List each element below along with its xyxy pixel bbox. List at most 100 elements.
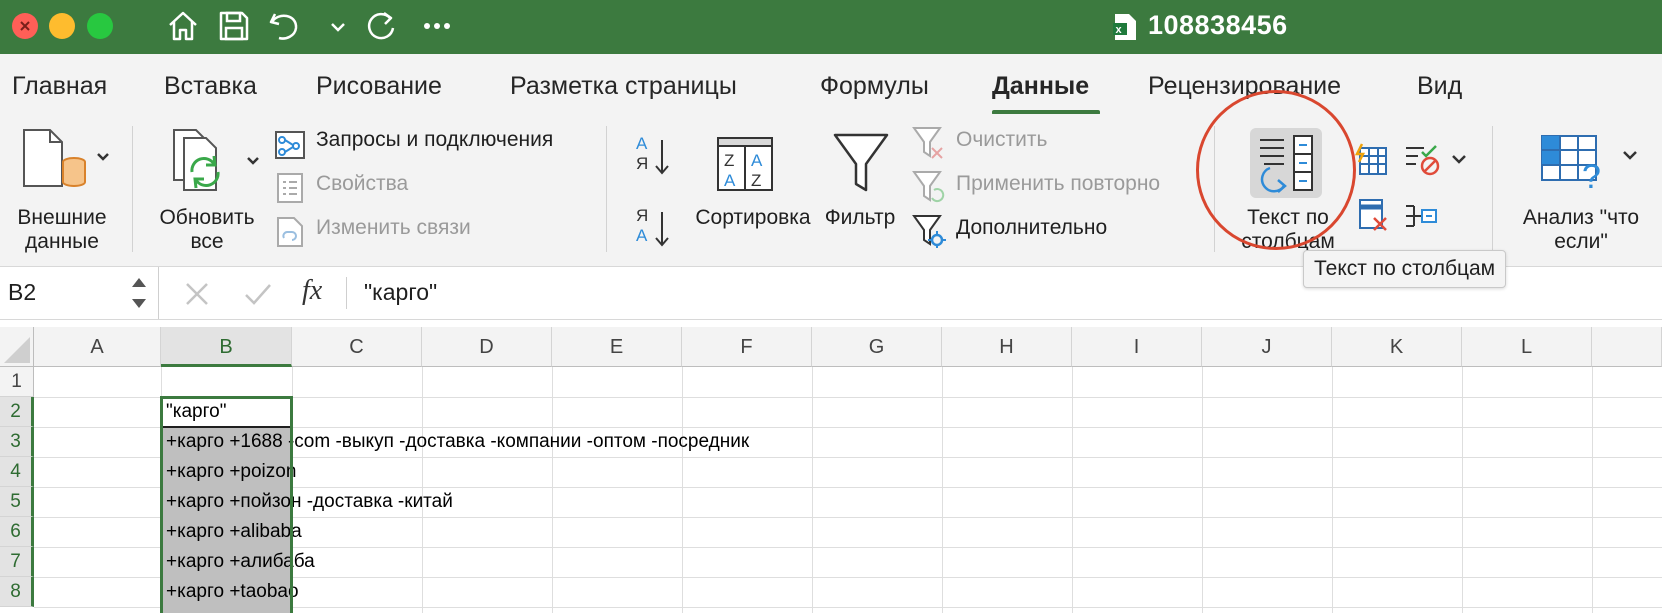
- what-if-analysis-icon: ?: [1540, 132, 1644, 197]
- column-header-h[interactable]: H: [942, 327, 1072, 367]
- row-header-1[interactable]: 1: [0, 367, 34, 397]
- data-validation-icon[interactable]: [1404, 142, 1440, 181]
- column-header-d[interactable]: D: [422, 327, 552, 367]
- column-header-f[interactable]: F: [682, 327, 812, 367]
- sort-z-to-a-button[interactable]: Я А: [632, 206, 672, 252]
- row-header-3[interactable]: 3: [0, 427, 34, 457]
- flash-fill-icon[interactable]: [1354, 142, 1388, 181]
- ribbon-separator: [132, 126, 133, 252]
- advanced-filter-button[interactable]: Дополнительно: [956, 216, 1107, 240]
- row-header-5[interactable]: 5: [0, 487, 34, 517]
- sort-za-bottom-letter: А: [636, 226, 648, 245]
- queries-connections-button[interactable]: Запросы и подключения: [316, 128, 553, 152]
- sort-down-arrow-icon: [655, 140, 669, 175]
- name-box-value: B2: [8, 279, 37, 305]
- sort-down-arrow-icon: [655, 212, 669, 247]
- tab-formulas[interactable]: Формулы: [820, 72, 929, 101]
- external-data-button[interactable]: Внешние данные: [10, 114, 110, 266]
- svg-text:Z: Z: [724, 151, 734, 170]
- refresh-all-button[interactable]: Обновить все: [152, 114, 262, 266]
- svg-text:Z: Z: [751, 171, 761, 190]
- home-icon[interactable]: [165, 8, 201, 44]
- name-box[interactable]: B2: [0, 267, 159, 319]
- sort-az-top-letter: А: [636, 134, 648, 153]
- tab-insert[interactable]: Вставка: [164, 72, 257, 101]
- queries-connections-icon: [274, 130, 306, 162]
- tab-view[interactable]: Вид: [1417, 72, 1462, 101]
- column-header-j[interactable]: J: [1202, 327, 1332, 367]
- reapply-filter-icon: [912, 170, 946, 209]
- what-if-label-2: если": [1554, 230, 1608, 253]
- column-header-k[interactable]: K: [1332, 327, 1462, 367]
- svg-text:A: A: [724, 171, 736, 190]
- filter-funnel-icon: [832, 132, 890, 199]
- insert-function-button[interactable]: fx: [302, 275, 322, 307]
- tab-data[interactable]: Данные: [992, 72, 1089, 101]
- remove-duplicates-icon[interactable]: [1356, 198, 1390, 239]
- refresh-all-label-1: Обновить: [159, 206, 255, 229]
- column-header-a[interactable]: A: [34, 327, 161, 367]
- minimize-window-button[interactable]: [49, 13, 75, 39]
- advanced-filter-icon: [912, 214, 946, 253]
- ribbon-separator: [1492, 126, 1493, 252]
- formula-input[interactable]: "карго": [364, 279, 437, 306]
- row-header-4[interactable]: 4: [0, 457, 34, 487]
- ribbon: Внешние данные Обновить все Запросы и по…: [0, 90, 1662, 267]
- properties-button[interactable]: Свойства: [316, 172, 408, 196]
- document-title: 108838456: [1148, 10, 1288, 40]
- tab-page-layout[interactable]: Разметка страницы: [510, 72, 737, 101]
- column-header-i[interactable]: I: [1072, 327, 1202, 367]
- tab-home[interactable]: Главная: [12, 72, 107, 101]
- refresh-all-icon: [170, 128, 262, 197]
- ribbon-separator: [606, 126, 607, 252]
- column-header-b[interactable]: B: [161, 327, 292, 367]
- data-validation-dropdown-icon[interactable]: [1450, 150, 1468, 173]
- row-header-7[interactable]: 7: [0, 547, 34, 577]
- select-all-corner[interactable]: [0, 327, 34, 367]
- consolidate-icon[interactable]: [1404, 202, 1440, 237]
- maximize-window-button[interactable]: [87, 13, 113, 39]
- reapply-filter-button[interactable]: Применить повторно: [956, 172, 1160, 196]
- column-header-g[interactable]: G: [812, 327, 942, 367]
- what-if-label-1: Анализ "что: [1522, 206, 1640, 229]
- confirm-icon[interactable]: [242, 279, 274, 314]
- row-header-6[interactable]: 6: [0, 517, 34, 547]
- what-if-analysis-button[interactable]: ? Анализ "что если": [1510, 114, 1652, 266]
- sort-icon: ZAAZ: [716, 136, 774, 197]
- ribbon-tabs: Главная Вставка Рисование Разметка стран…: [0, 54, 1662, 114]
- column-header-l[interactable]: L: [1462, 327, 1592, 367]
- excel-file-icon: x: [1112, 12, 1138, 47]
- column-header-m[interactable]: M: [1592, 327, 1662, 367]
- undo-dropdown-icon[interactable]: [328, 8, 348, 44]
- svg-text:x: x: [1116, 24, 1123, 36]
- svg-text:A: A: [751, 151, 763, 170]
- sort-a-to-z-button[interactable]: А Я: [632, 134, 672, 180]
- row-header-8[interactable]: 8: [0, 577, 34, 607]
- edit-links-button[interactable]: Изменить связи: [316, 216, 471, 240]
- clear-filter-button[interactable]: Очистить: [956, 128, 1047, 152]
- refresh-all-label-2: все: [190, 230, 224, 253]
- column-header-c[interactable]: C: [292, 327, 422, 367]
- save-icon[interactable]: [216, 8, 252, 44]
- column-header-e[interactable]: E: [552, 327, 682, 367]
- redo-icon[interactable]: [363, 8, 399, 44]
- external-data-label-1: Внешние: [17, 206, 107, 229]
- tab-draw[interactable]: Рисование: [316, 72, 442, 101]
- close-window-button[interactable]: [12, 13, 38, 39]
- selection-border: [160, 396, 293, 613]
- sort-za-top-letter: Я: [636, 206, 649, 225]
- row-header-2[interactable]: 2: [0, 397, 34, 427]
- more-icon[interactable]: [420, 8, 456, 44]
- filter-button[interactable]: Фильтр: [818, 114, 902, 266]
- sort-button[interactable]: ZAAZ Сортировка: [680, 114, 818, 266]
- undo-icon[interactable]: [266, 8, 302, 44]
- spreadsheet-grid[interactable]: A B C D E F G H I J K L M 1 2 3 4 5 6 7 …: [0, 327, 1662, 613]
- clear-filter-icon: [912, 126, 946, 165]
- name-box-stepper-icon[interactable]: [128, 273, 150, 313]
- external-data-label-2: данные: [25, 230, 99, 253]
- title-bar: x 108838456: [0, 0, 1662, 54]
- properties-icon: [274, 172, 306, 204]
- sort-az-bottom-letter: Я: [636, 154, 649, 173]
- cancel-icon[interactable]: [182, 279, 212, 314]
- edit-links-icon: [274, 216, 306, 248]
